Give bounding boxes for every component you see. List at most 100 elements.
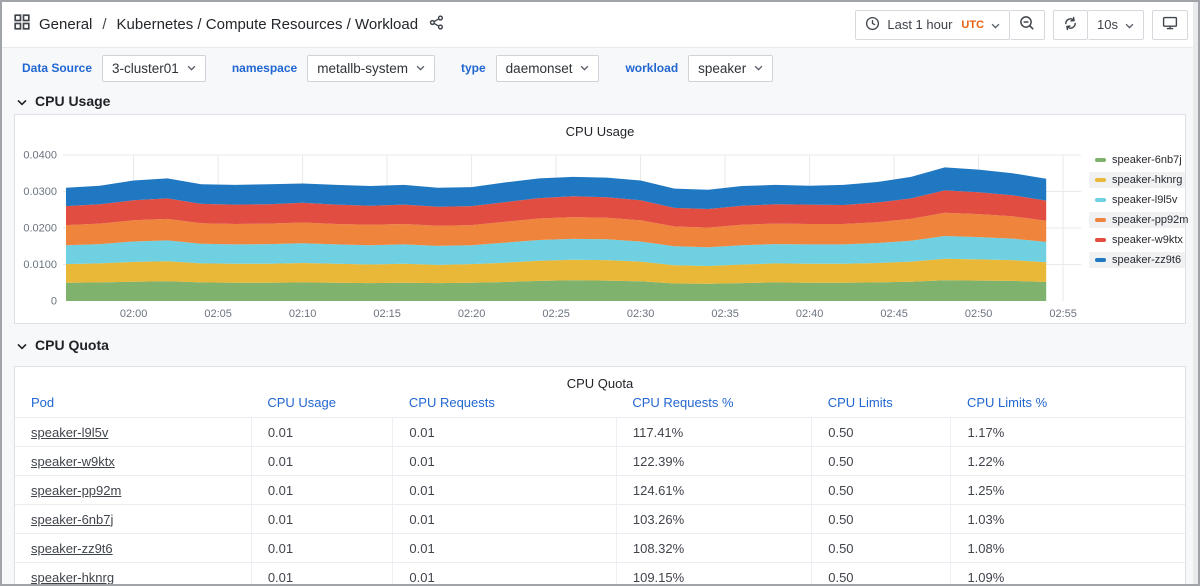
tv-mode-button[interactable] <box>1152 10 1188 40</box>
filter-value-dropdown[interactable]: speaker <box>688 55 773 82</box>
svg-text:0.0300: 0.0300 <box>23 186 57 198</box>
breadcrumb[interactable]: General / Kubernetes / Compute Resources… <box>14 14 855 35</box>
legend-label: speaker-l9l5v <box>1112 194 1177 206</box>
filter-value-dropdown[interactable]: metallb-system <box>307 55 435 82</box>
pod-link[interactable]: speaker-hknrg <box>31 570 114 585</box>
value-cell: 1.09% <box>951 563 1185 586</box>
chevron-down-icon <box>17 93 27 109</box>
svg-text:0.0200: 0.0200 <box>23 223 57 235</box>
pod-cell: speaker-hknrg <box>15 563 251 586</box>
dashboard-title[interactable]: Kubernetes / Compute Resources / Workloa… <box>117 16 419 33</box>
legend-item-speaker-l9l5v[interactable]: speaker-l9l5v <box>1089 192 1185 208</box>
column-header-cpu-limits-[interactable]: CPU Limits % <box>951 391 1185 418</box>
chevron-down-icon <box>754 65 763 71</box>
legend-item-speaker-w9ktx[interactable]: speaker-w9ktx <box>1089 232 1185 248</box>
section-header-cpu-usage[interactable]: CPU Usage <box>17 91 110 111</box>
series-color-swatch <box>1095 238 1106 242</box>
grafana-dashboard: General / Kubernetes / Compute Resources… <box>0 0 1200 586</box>
zoom-out-button[interactable] <box>1010 10 1045 40</box>
table-row: speaker-hknrg0.010.01109.15%0.501.09% <box>15 563 1185 586</box>
column-header-cpu-limits[interactable]: CPU Limits <box>812 391 951 418</box>
value-cell: 0.01 <box>393 476 616 505</box>
value-cell: 1.08% <box>951 534 1185 563</box>
legend-item-speaker-6nb7j[interactable]: speaker-6nb7j <box>1089 152 1185 168</box>
legend-item-speaker-zz9t6[interactable]: speaker-zz9t6 <box>1089 252 1185 268</box>
value-cell: 0.01 <box>393 505 616 534</box>
filter-workload: workload speaker <box>625 55 773 82</box>
time-range-picker[interactable]: Last 1 hour UTC <box>855 10 1010 40</box>
apps-grid-icon <box>14 14 30 35</box>
breadcrumb-root[interactable]: General <box>39 16 92 33</box>
value-cell: 0.01 <box>251 505 393 534</box>
svg-text:02:25: 02:25 <box>542 308 570 320</box>
value-cell: 0.01 <box>251 534 393 563</box>
table-row: speaker-6nb7j0.010.01103.26%0.501.03% <box>15 505 1185 534</box>
filter-value-dropdown[interactable]: 3-cluster01 <box>102 55 206 82</box>
refresh-icon <box>1063 16 1078 34</box>
filter-value: 3-cluster01 <box>112 61 179 76</box>
value-cell: 0.01 <box>393 563 616 586</box>
svg-text:02:40: 02:40 <box>796 308 824 320</box>
filter-value: speaker <box>698 61 746 76</box>
pod-cell: speaker-pp92m <box>15 476 251 505</box>
pod-link[interactable]: speaker-pp92m <box>31 483 121 498</box>
panel-title-cpu-quota[interactable]: CPU Quota <box>15 367 1185 391</box>
svg-text:02:10: 02:10 <box>289 308 317 320</box>
value-cell: 0.50 <box>812 505 951 534</box>
share-icon[interactable] <box>429 15 444 35</box>
section-header-cpu-quota[interactable]: CPU Quota <box>17 335 109 355</box>
filter-label: Data Source <box>22 61 92 75</box>
svg-text:02:30: 02:30 <box>627 308 655 320</box>
area-series-speaker-6nb7j <box>66 280 1046 301</box>
value-cell: 103.26% <box>616 505 811 534</box>
filter-data-source: Data Source 3-cluster01 <box>22 55 206 82</box>
value-cell: 0.01 <box>251 447 393 476</box>
column-header-cpu-requests[interactable]: CPU Requests <box>393 391 616 418</box>
value-cell: 0.50 <box>812 476 951 505</box>
filter-label: workload <box>625 61 678 75</box>
page-scrollbar[interactable] <box>1193 2 1198 584</box>
value-cell: 0.50 <box>812 447 951 476</box>
section-title: CPU Quota <box>35 337 109 353</box>
pod-cell: speaker-w9ktx <box>15 447 251 476</box>
legend-item-speaker-hknrg[interactable]: speaker-hknrg <box>1089 172 1185 188</box>
value-cell: 122.39% <box>616 447 811 476</box>
value-cell: 1.03% <box>951 505 1185 534</box>
dashboard-filters: Data Source3-cluster01namespacemetallb-s… <box>2 48 1198 88</box>
refresh-interval-picker[interactable]: 10s <box>1088 10 1144 40</box>
svg-text:02:35: 02:35 <box>711 308 739 320</box>
cpu-usage-chart-plot[interactable]: 00.01000.02000.03000.040002:0002:0502:10… <box>15 115 1185 323</box>
svg-text:02:45: 02:45 <box>880 308 908 320</box>
column-header-pod[interactable]: Pod <box>15 391 251 418</box>
chevron-down-icon <box>580 65 589 71</box>
pod-link[interactable]: speaker-l9l5v <box>31 425 108 440</box>
value-cell: 0.50 <box>812 563 951 586</box>
value-cell: 0.01 <box>251 476 393 505</box>
value-cell: 108.32% <box>616 534 811 563</box>
legend-label: speaker-w9ktx <box>1112 234 1183 246</box>
column-header-cpu-requests-[interactable]: CPU Requests % <box>616 391 811 418</box>
cpu-usage-panel: CPU Usage 00.01000.02000.03000.040002:00… <box>14 114 1186 324</box>
refresh-button[interactable] <box>1053 10 1088 40</box>
table-row: speaker-w9ktx0.010.01122.39%0.501.22% <box>15 447 1185 476</box>
breadcrumb-separator: / <box>102 16 106 33</box>
chart-legend: speaker-6nb7j speaker-hknrg speaker-l9l5v s… <box>1089 152 1185 268</box>
pod-link[interactable]: speaker-w9ktx <box>31 454 115 469</box>
svg-text:02:05: 02:05 <box>204 308 232 320</box>
svg-text:02:00: 02:00 <box>120 308 148 320</box>
series-color-swatch <box>1095 218 1106 222</box>
toolbar: Last 1 hour UTC <box>855 10 1188 40</box>
svg-text:02:15: 02:15 <box>373 308 401 320</box>
svg-text:02:50: 02:50 <box>965 308 993 320</box>
series-color-swatch <box>1095 198 1106 202</box>
filter-value-dropdown[interactable]: daemonset <box>496 55 600 82</box>
column-header-cpu-usage[interactable]: CPU Usage <box>251 391 393 418</box>
value-cell: 0.01 <box>393 418 616 447</box>
pod-link[interactable]: speaker-zz9t6 <box>31 541 113 556</box>
value-cell: 0.01 <box>393 447 616 476</box>
timezone-label: UTC <box>961 19 984 31</box>
legend-label: speaker-hknrg <box>1112 174 1182 186</box>
pod-link[interactable]: speaker-6nb7j <box>31 512 113 527</box>
pod-cell: speaker-l9l5v <box>15 418 251 447</box>
legend-item-speaker-pp92m[interactable]: speaker-pp92m <box>1089 212 1185 228</box>
